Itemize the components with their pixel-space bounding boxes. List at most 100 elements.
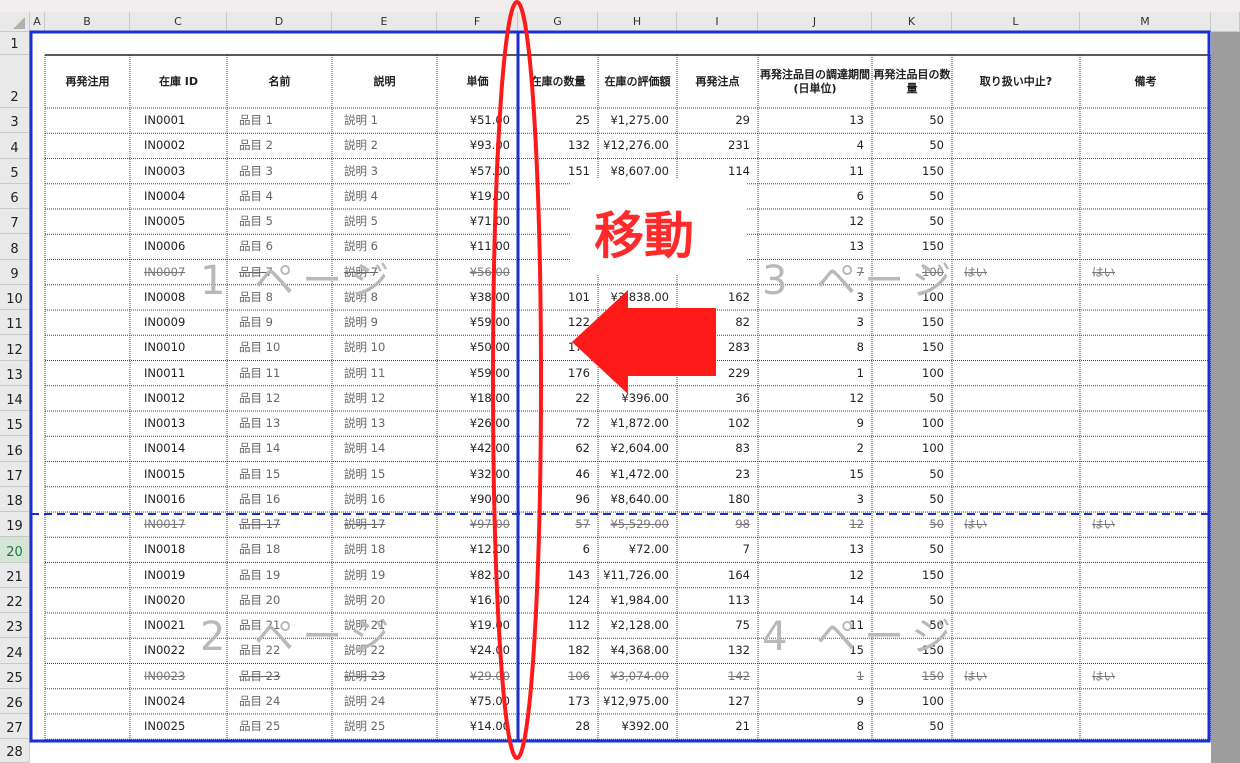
reorder-flag-cell[interactable] [45,234,130,259]
table-cell-disc[interactable] [952,310,1080,335]
table-cell-price[interactable]: ¥59.00 [437,361,518,386]
table-cell-reorder[interactable]: 132 [677,638,758,663]
table-cell-qty[interactable] [518,234,598,259]
table-cell-desc[interactable]: 説明 9 [332,310,437,335]
table-cell-note[interactable]: はい [1080,512,1211,537]
table-cell-reqty[interactable]: 150 [872,310,952,335]
table-cell-note[interactable] [1080,335,1211,360]
table-cell-desc[interactable]: 説明 1 [332,108,437,133]
table-cell-price[interactable]: ¥18.00 [437,386,518,411]
table-cell-note[interactable] [1080,234,1211,259]
table-cell-value[interactable]: ¥1,872.00 [598,411,677,436]
table-cell-name[interactable]: 品目 18 [227,537,332,562]
table-cell-days[interactable]: 13 [758,537,872,562]
table-cell-disc[interactable] [952,714,1080,739]
table-cell-days[interactable]: 15 [758,462,872,487]
table-cell-note[interactable] [1080,159,1211,184]
table-cell-days[interactable]: 9 [758,689,872,714]
table-cell-note[interactable] [1080,613,1211,638]
table-cell-value[interactable]: ¥11,726.00 [598,563,677,588]
table-cell-qty[interactable]: 72 [518,411,598,436]
table-cell-disc[interactable] [952,462,1080,487]
table-cell-note[interactable] [1080,361,1211,386]
table-cell-days[interactable]: 9 [758,411,872,436]
table-cell-value[interactable]: ¥2,128.00 [598,613,677,638]
table-cell-desc[interactable]: 説明 5 [332,209,437,234]
table-cell-reqty[interactable]: 50 [872,537,952,562]
table-cell-disc[interactable] [952,386,1080,411]
reorder-flag-cell[interactable] [45,209,130,234]
table-cell-value[interactable]: ¥4,368.00 [598,638,677,663]
table-cell-qty[interactable]: 62 [518,436,598,461]
table-cell-reorder[interactable]: 113 [677,588,758,613]
table-cell-disc[interactable] [952,487,1080,512]
table-cell-price[interactable]: ¥50.00 [437,335,518,360]
table-cell-note[interactable]: はい [1080,260,1211,285]
table-cell-reqty[interactable]: 100 [872,361,952,386]
table-cell-id[interactable]: IN0017 [130,512,227,537]
table-cell-reorder[interactable]: 283 [677,335,758,360]
table-header-cell[interactable]: 在庫の評価額 [598,55,677,108]
table-cell-reorder[interactable]: 142 [677,664,758,689]
table-cell-qty[interactable] [518,209,598,234]
table-cell-note[interactable] [1080,184,1211,209]
table-cell-qty[interactable]: 96 [518,487,598,512]
table-cell-reqty[interactable]: 50 [872,462,952,487]
table-cell-name[interactable]: 品目 11 [227,361,332,386]
table-cell-value[interactable]: ¥2,604.00 [598,436,677,461]
table-cell-qty[interactable] [518,260,598,285]
table-cell-id[interactable]: IN0003 [130,159,227,184]
table-cell-days[interactable]: 6 [758,184,872,209]
table-cell-name[interactable]: 品目 9 [227,310,332,335]
table-cell-note[interactable] [1080,588,1211,613]
table-cell-qty[interactable]: 1 [518,184,598,209]
table-cell-id[interactable]: IN0018 [130,537,227,562]
table-cell-price[interactable]: ¥57.00 [437,159,518,184]
table-cell-name[interactable]: 品目 17 [227,512,332,537]
table-cell-name[interactable]: 品目 13 [227,411,332,436]
table-cell-days[interactable]: 12 [758,386,872,411]
table-cell-name[interactable]: 品目 1 [227,108,332,133]
table-header-cell[interactable]: 取り扱い中止? [952,55,1080,108]
table-header-cell[interactable]: 在庫 ID [130,55,227,108]
table-header-cell[interactable]: 名前 [227,55,332,108]
table-cell-qty[interactable]: 57 [518,512,598,537]
table-cell-reorder[interactable]: 164 [677,563,758,588]
table-cell-disc[interactable] [952,411,1080,436]
table-cell-days[interactable]: 8 [758,714,872,739]
table-cell-desc[interactable]: 説明 11 [332,361,437,386]
table-cell-price[interactable]: ¥19.00 [437,613,518,638]
table-cell-qty[interactable]: 25 [518,108,598,133]
reorder-flag-cell[interactable] [45,537,130,562]
table-cell-value[interactable]: ¥12,276.00 [598,133,677,158]
reorder-flag-cell[interactable] [45,285,130,310]
table-cell-reorder[interactable]: 83 [677,436,758,461]
table-cell-value[interactable] [598,310,677,335]
table-cell-id[interactable]: IN0013 [130,411,227,436]
table-cell-days[interactable]: 12 [758,512,872,537]
table-cell-days[interactable]: 3 [758,310,872,335]
table-cell-desc[interactable]: 説明 12 [332,386,437,411]
table-cell-reorder[interactable]: 7 [677,537,758,562]
table-header-cell[interactable]: 再発注点 [677,55,758,108]
table-cell-price[interactable]: ¥19.00 [437,184,518,209]
table-cell-value[interactable]: ¥3,074.00 [598,664,677,689]
table-cell-name[interactable]: 品目 16 [227,487,332,512]
table-cell-id[interactable]: IN0004 [130,184,227,209]
table-cell-name[interactable]: 品目 4 [227,184,332,209]
table-cell-desc[interactable]: 説明 19 [332,563,437,588]
table-cell-id[interactable]: IN0010 [130,335,227,360]
table-cell-price[interactable]: ¥26.00 [437,411,518,436]
table-cell-value[interactable]: ¥392.00 [598,714,677,739]
table-cell-days[interactable]: 4 [758,133,872,158]
table-cell-desc[interactable]: 説明 24 [332,689,437,714]
table-cell-price[interactable]: ¥90.00 [437,487,518,512]
table-cell-value[interactable] [598,335,677,360]
table-cell-name[interactable]: 品目 12 [227,386,332,411]
table-cell-price[interactable]: ¥93.00 [437,133,518,158]
table-cell-note[interactable]: はい [1080,664,1211,689]
table-cell-name[interactable]: 品目 14 [227,436,332,461]
table-cell-note[interactable] [1080,209,1211,234]
table-cell-disc[interactable] [952,588,1080,613]
table-cell-disc[interactable] [952,234,1080,259]
